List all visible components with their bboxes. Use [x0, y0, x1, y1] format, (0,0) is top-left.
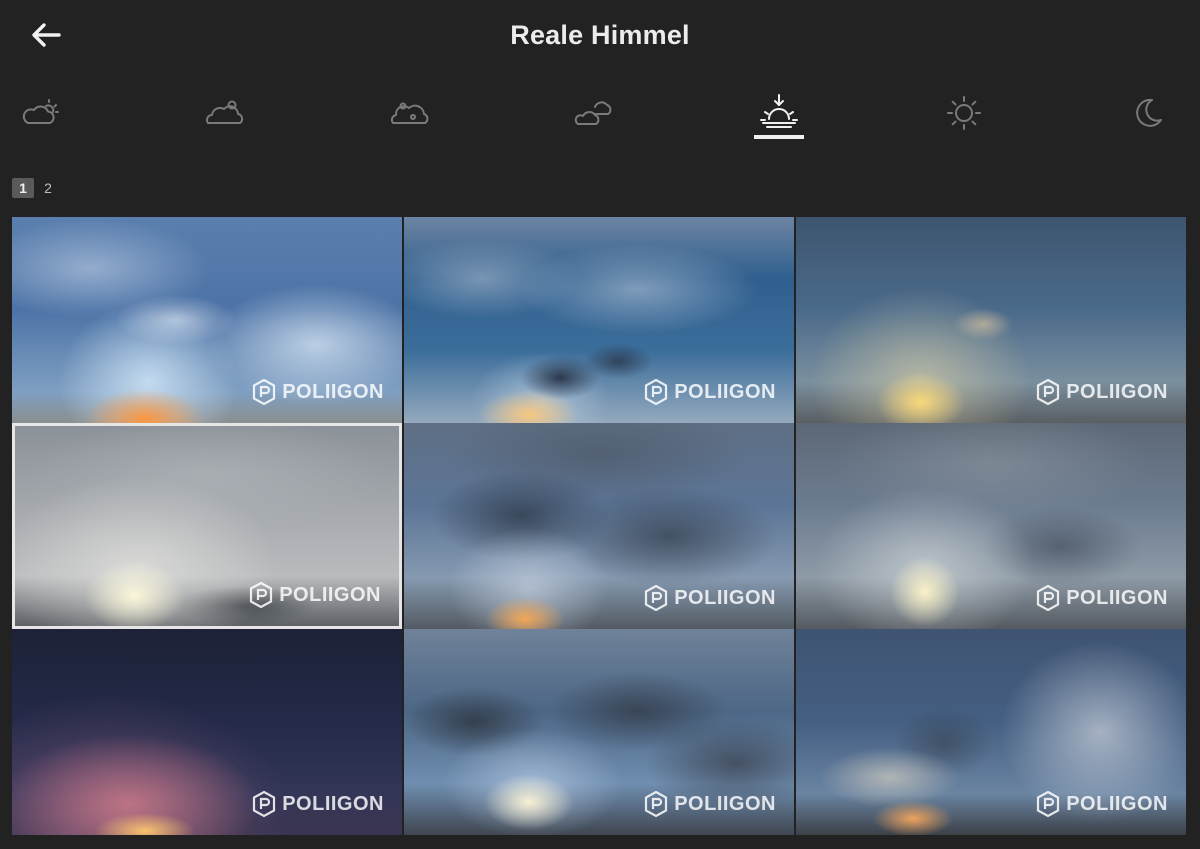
sky-thumbnail[interactable]: POLIIGON: [404, 629, 794, 835]
sky-thumbnail[interactable]: POLIIGON: [404, 217, 794, 423]
poliigon-logo-icon: [1036, 791, 1060, 817]
sky-thumbnail[interactable]: POLIIGON: [796, 423, 1186, 629]
sky-thumbnail[interactable]: POLIIGON: [12, 629, 402, 835]
watermark: POLIIGON: [644, 379, 776, 405]
filter-overcast[interactable]: [375, 85, 445, 141]
sky-thumbnail[interactable]: POLIIGON: [12, 217, 402, 423]
clouds-icon: [574, 101, 612, 125]
sunset-icon: [760, 94, 798, 128]
watermark: POLIIGON: [644, 791, 776, 817]
watermark-text: POLIIGON: [1066, 792, 1168, 815]
watermark-text: POLIIGON: [674, 380, 776, 403]
moon-icon: [1136, 98, 1162, 127]
watermark-text: POLIIGON: [282, 380, 384, 403]
overcast-icon: [390, 102, 429, 124]
page-1-button[interactable]: 1: [12, 178, 34, 198]
partly-cloudy-icon: [22, 99, 59, 124]
watermark-text: POLIIGON: [279, 583, 381, 606]
sky-filter-bar: [0, 85, 1200, 145]
sky-thumbnail[interactable]: POLIIGON: [796, 629, 1186, 835]
watermark-text: POLIIGON: [1066, 586, 1168, 609]
sky-thumbnail-grid: POLIIGON POLIIGON POLIIGON POLIIGON POLI…: [12, 217, 1186, 835]
filter-moon[interactable]: [1113, 85, 1183, 141]
filter-clouds[interactable]: [560, 85, 630, 141]
watermark-text: POLIIGON: [674, 586, 776, 609]
watermark: POLIIGON: [1036, 585, 1168, 611]
watermark: POLIIGON: [1036, 379, 1168, 405]
poliigon-logo-icon: [249, 582, 273, 608]
watermark-text: POLIIGON: [674, 792, 776, 815]
sun-icon: [947, 96, 981, 130]
watermark-text: POLIIGON: [282, 792, 384, 815]
poliigon-logo-icon: [644, 585, 668, 611]
poliigon-logo-icon: [1036, 379, 1060, 405]
poliigon-logo-icon: [1036, 585, 1060, 611]
poliigon-logo-icon: [644, 379, 668, 405]
watermark-text: POLIIGON: [1066, 380, 1168, 403]
arrow-left-icon: [32, 23, 61, 47]
sky-thumbnail[interactable]: POLIIGON: [796, 217, 1186, 423]
back-button[interactable]: [26, 18, 66, 52]
top-bar: Reale Himmel: [0, 0, 1200, 70]
filter-partly-cloudy[interactable]: [5, 85, 75, 141]
poliigon-logo-icon: [252, 379, 276, 405]
sky-thumbnail-selected[interactable]: POLIIGON: [12, 423, 402, 629]
filter-cloudy-sun[interactable]: [190, 85, 260, 141]
page-title: Reale Himmel: [510, 20, 690, 50]
watermark: POLIIGON: [1036, 791, 1168, 817]
sky-thumbnail[interactable]: POLIIGON: [404, 423, 794, 629]
poliigon-logo-icon: [252, 791, 276, 817]
cloudy-sun-icon: [206, 100, 244, 124]
watermark: POLIIGON: [252, 379, 384, 405]
watermark: POLIIGON: [249, 582, 381, 608]
watermark: POLIIGON: [252, 791, 384, 817]
filter-sunset[interactable]: [744, 85, 814, 141]
page-2-button[interactable]: 2: [42, 178, 54, 198]
pagination: 1 2: [12, 177, 54, 199]
watermark: POLIIGON: [644, 585, 776, 611]
poliigon-logo-icon: [644, 791, 668, 817]
filter-sun[interactable]: [929, 85, 999, 141]
